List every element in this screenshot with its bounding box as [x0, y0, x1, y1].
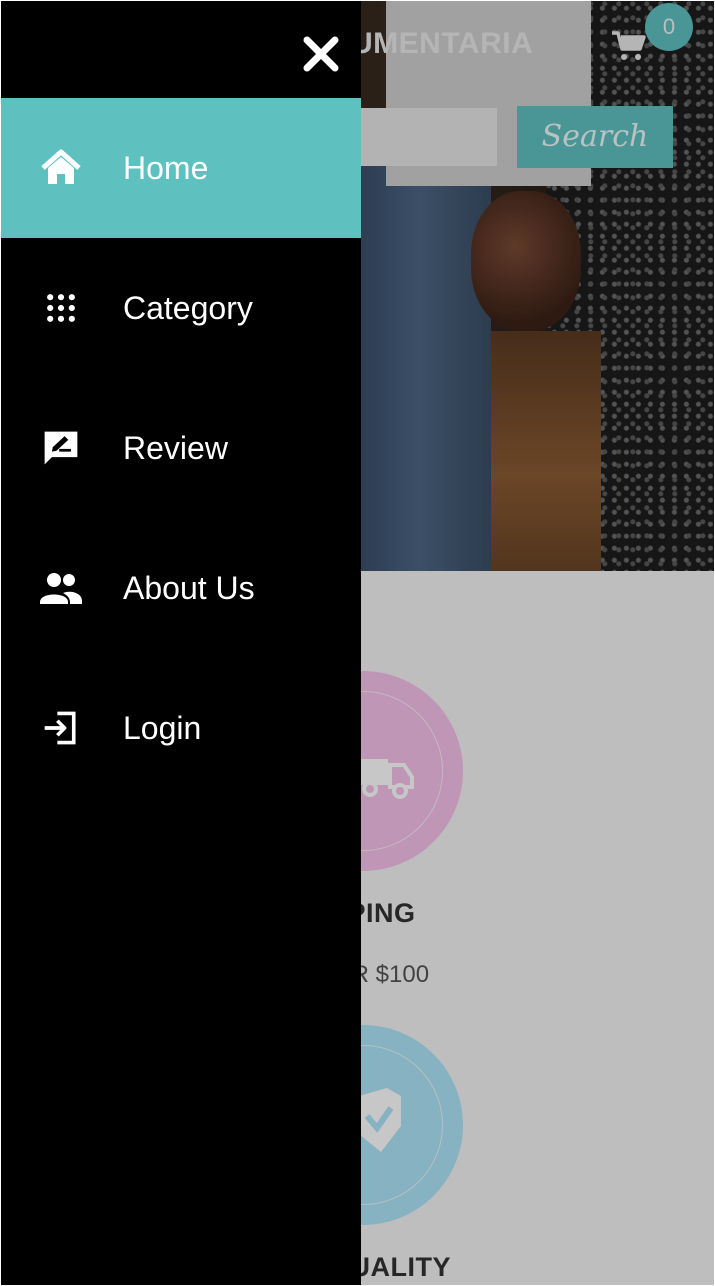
- review-icon: [39, 426, 83, 470]
- menu-item-label: Category: [123, 289, 253, 326]
- home-icon: [39, 146, 83, 190]
- drawer-menu: Home Category Review About Us Login: [1, 98, 361, 798]
- menu-item-label: About Us: [123, 569, 255, 606]
- side-drawer: Home Category Review About Us Login: [1, 1, 361, 1285]
- menu-item-about-us[interactable]: About Us: [1, 518, 361, 658]
- menu-item-category[interactable]: Category: [1, 238, 361, 378]
- close-icon[interactable]: [301, 34, 341, 74]
- app-screen: UMENTARIA 0 Search HIPPING OVER $100 R Q…: [1, 1, 714, 1285]
- grid-icon: [39, 286, 83, 330]
- menu-item-label: Home: [123, 149, 209, 186]
- people-icon: [39, 566, 83, 610]
- menu-item-label: Review: [123, 429, 228, 466]
- login-icon: [39, 706, 83, 750]
- menu-item-home[interactable]: Home: [1, 98, 361, 238]
- menu-item-label: Login: [123, 709, 202, 746]
- menu-item-login[interactable]: Login: [1, 658, 361, 798]
- menu-item-review[interactable]: Review: [1, 378, 361, 518]
